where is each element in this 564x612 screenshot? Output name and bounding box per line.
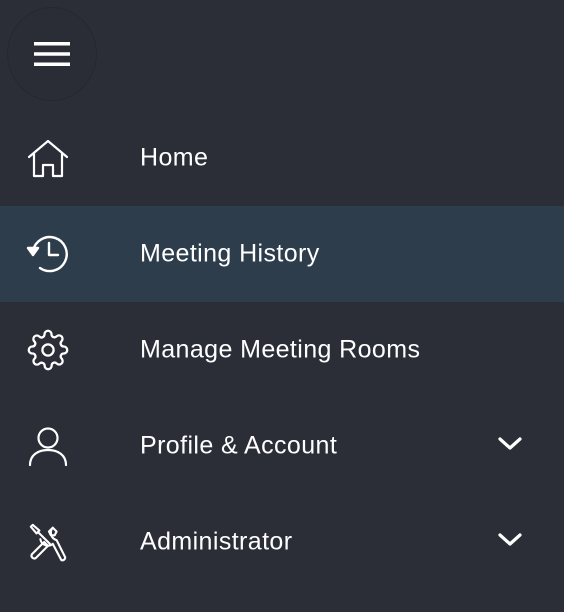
nav-item-label: Meeting History xyxy=(140,239,320,268)
nav-item-home[interactable]: Home xyxy=(0,110,564,206)
nav-list: Home Meeting History Manage Meeting Room… xyxy=(0,110,564,590)
menu-toggle-button[interactable] xyxy=(8,8,96,100)
history-clock-icon xyxy=(26,232,70,276)
nav-item-profile-account[interactable]: Profile & Account xyxy=(0,398,564,494)
home-icon xyxy=(26,136,70,180)
nav-item-label: Home xyxy=(140,143,209,172)
nav-item-meeting-history[interactable]: Meeting History xyxy=(0,206,564,302)
nav-item-label: Profile & Account xyxy=(140,431,338,460)
gear-icon xyxy=(26,328,70,372)
user-icon xyxy=(26,424,70,468)
chevron-down-icon[interactable] xyxy=(496,434,524,454)
nav-item-label: Administrator xyxy=(140,527,293,556)
nav-item-administrator[interactable]: Administrator xyxy=(0,494,564,590)
tools-icon xyxy=(26,520,70,564)
hamburger-menu-icon xyxy=(34,42,70,66)
chevron-down-icon[interactable] xyxy=(496,530,524,550)
nav-item-label: Manage Meeting Rooms xyxy=(140,335,421,364)
sidebar-menu: Home Meeting History Manage Meeting Room… xyxy=(0,0,564,612)
nav-item-manage-meeting-rooms[interactable]: Manage Meeting Rooms xyxy=(0,302,564,398)
